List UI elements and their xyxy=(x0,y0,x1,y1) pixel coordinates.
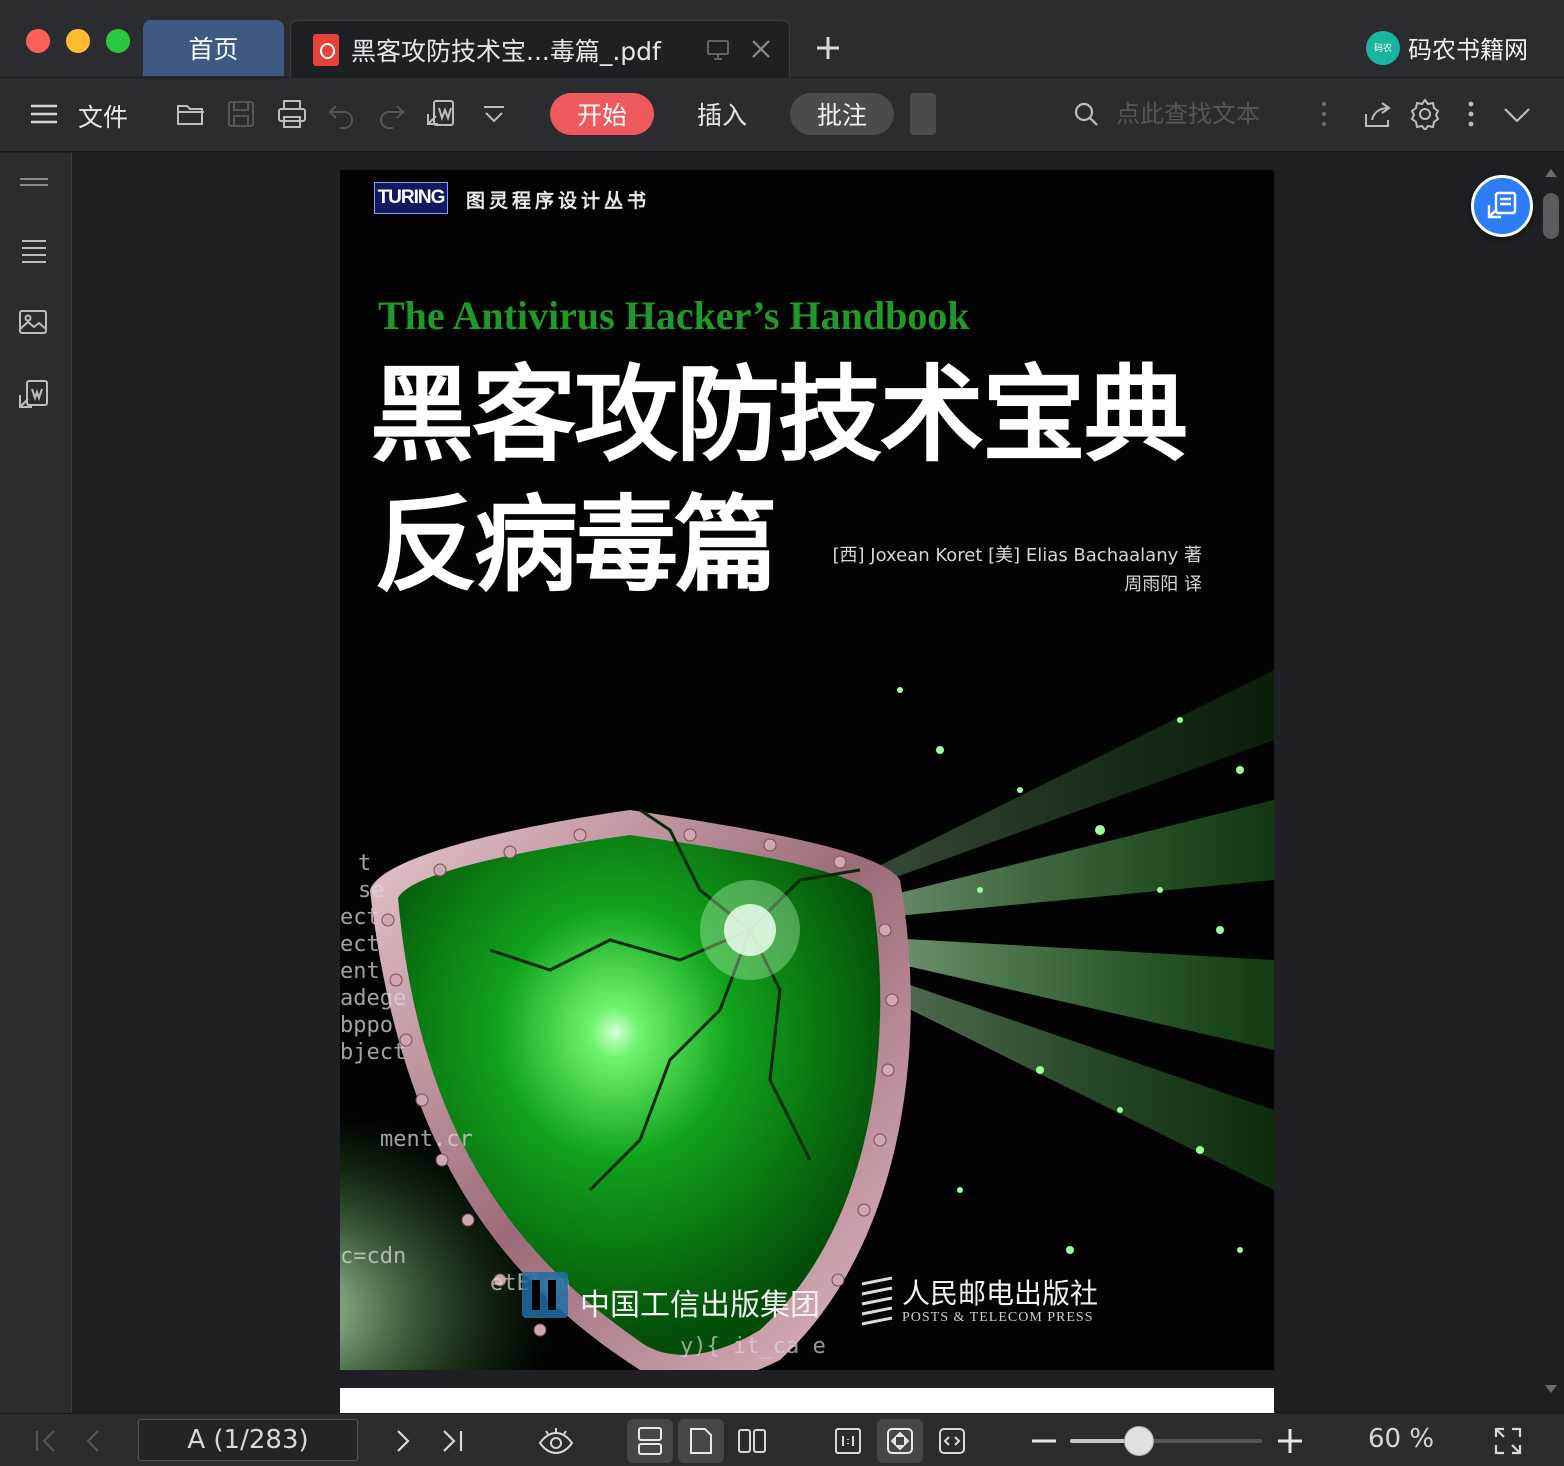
scroll-down-arrow-icon[interactable] xyxy=(1545,1385,1557,1395)
undo-icon xyxy=(328,105,353,129)
code-line: ect xyxy=(340,905,380,930)
code-line: c=cdn xyxy=(340,1244,407,1269)
fit-width-icon[interactable] xyxy=(936,1425,968,1457)
monitor-icon[interactable] xyxy=(706,38,730,62)
redo-icon xyxy=(380,105,405,129)
main-toolbar: 文件 开始 插入 批注 xyxy=(0,78,1564,152)
code-line: ent xyxy=(340,959,380,984)
share-icon[interactable] xyxy=(1362,98,1394,130)
code-line: t xyxy=(358,851,372,876)
left-sidebar xyxy=(0,153,72,1413)
publisher-name: 人民邮电出版社 xyxy=(902,1277,1099,1310)
tab-document-title: 黑客攻防技术宝...毒篇_.pdf xyxy=(351,36,661,66)
thumbnails-image-icon[interactable] xyxy=(16,305,52,341)
file-menu-label[interactable]: 文件 xyxy=(78,98,128,134)
toolbar-more-tabs-button[interactable] xyxy=(910,93,936,135)
previous-page-icon xyxy=(86,1430,99,1452)
convert-document-icon[interactable] xyxy=(16,377,52,413)
print-icon[interactable] xyxy=(276,98,308,130)
zoom-percentage[interactable]: 60 % xyxy=(1368,1424,1434,1454)
actual-size-icon[interactable] xyxy=(832,1425,864,1457)
vertical-scrollbar-thumb[interactable] xyxy=(1543,193,1559,239)
turing-logo: TURING xyxy=(374,182,448,214)
status-bar: 60 % xyxy=(0,1413,1564,1466)
publisher-group-logo xyxy=(522,1272,568,1318)
tab-insert[interactable]: 插入 xyxy=(680,93,764,135)
pdf-file-icon xyxy=(313,33,339,66)
close-tab-icon[interactable] xyxy=(747,35,775,63)
code-line: y){ xyxy=(680,1334,720,1359)
brand[interactable]: 码农 码农书籍网 xyxy=(1366,30,1528,65)
convert-icon xyxy=(1487,191,1517,219)
code-line: it_ca xyxy=(733,1334,800,1359)
chevron-down-icon[interactable] xyxy=(478,98,510,130)
code-line: bject xyxy=(340,1040,407,1065)
outline-list-icon[interactable] xyxy=(16,233,52,269)
brand-logo: 码农 xyxy=(1366,30,1400,65)
code-line: bppo xyxy=(340,1013,393,1038)
pdf-convert-icon[interactable] xyxy=(425,98,457,130)
search-input[interactable] xyxy=(1116,100,1296,128)
tab-start[interactable]: 开始 xyxy=(550,93,654,135)
continuous-scroll-icon[interactable] xyxy=(634,1425,666,1457)
zoom-out-icon[interactable] xyxy=(1028,1425,1060,1457)
chinese-subtitle: 反病毒篇 xyxy=(374,483,778,606)
minimize-window-button[interactable] xyxy=(66,29,90,53)
fit-page-icon[interactable] xyxy=(884,1425,916,1457)
code-line: se xyxy=(358,878,385,903)
next-page-icon[interactable] xyxy=(386,1425,418,1457)
floating-convert-button[interactable] xyxy=(1471,175,1533,237)
code-line: e xyxy=(812,1334,826,1359)
search-icon xyxy=(1074,102,1098,126)
first-page-icon xyxy=(35,1430,55,1452)
code-line: adege xyxy=(340,986,407,1011)
zoom-in-icon[interactable] xyxy=(1274,1425,1306,1457)
authors: [西] Joxean Koret [美] Elias Bachaalany 著 xyxy=(832,545,1202,566)
code-line: ect xyxy=(340,932,380,957)
tab-home[interactable]: 首页 xyxy=(143,20,284,76)
code-fragments-right: y){ it_ca e xyxy=(680,1334,826,1359)
pdf-page-1: t se ect ect ent adege bppo bject ment.c… xyxy=(340,170,1274,1370)
title-bar: 首页 黑客攻防技术宝...毒篇_.pdf 码农 码农书籍网 xyxy=(0,0,1564,78)
pdf-page-2 xyxy=(340,1388,1274,1413)
fullscreen-icon[interactable] xyxy=(1492,1425,1524,1457)
publisher-group: 中国工信出版集团 xyxy=(580,1288,820,1323)
hamburger-menu-icon[interactable] xyxy=(28,98,60,130)
two-page-icon[interactable] xyxy=(736,1425,768,1457)
new-tab-plus-icon[interactable] xyxy=(812,32,844,64)
eye-protection-icon[interactable] xyxy=(538,1425,574,1457)
publisher-logo xyxy=(861,1276,893,1326)
code-line: ment.cr xyxy=(380,1127,473,1152)
tab-annotate[interactable]: 批注 xyxy=(790,93,894,135)
more-options-icon[interactable] xyxy=(1455,98,1487,130)
search-box[interactable] xyxy=(1072,94,1302,134)
vertical-dots-icon[interactable] xyxy=(1308,98,1340,130)
collapse-panel-icon[interactable] xyxy=(16,165,52,201)
settings-gear-icon[interactable] xyxy=(1409,98,1441,130)
translator: 周雨阳 译 xyxy=(1124,574,1202,595)
brand-name: 码农书籍网 xyxy=(1408,36,1528,64)
page-number-input[interactable] xyxy=(138,1419,358,1461)
document-viewport[interactable]: t se ect ect ent adege bppo bject ment.c… xyxy=(73,153,1564,1413)
last-page-icon[interactable] xyxy=(436,1425,468,1457)
save-icon xyxy=(228,101,254,127)
zoom-slider[interactable] xyxy=(1070,1426,1262,1456)
scroll-up-arrow-icon[interactable] xyxy=(1545,167,1557,177)
tab-document[interactable]: 黑客攻防技术宝...毒篇_.pdf xyxy=(290,20,790,78)
zoom-slider-handle[interactable] xyxy=(1124,1426,1154,1456)
english-title: The Antivirus Hacker’s Handbook xyxy=(378,293,970,338)
series-name: 图灵程序设计丛书 xyxy=(466,190,651,212)
collapse-toolbar-chevron-icon[interactable] xyxy=(1501,98,1533,130)
single-page-icon[interactable] xyxy=(685,1425,717,1457)
publisher-name-english: POSTS & TELECOM PRESS xyxy=(902,1310,1094,1325)
open-folder-icon[interactable] xyxy=(175,98,207,130)
close-window-button[interactable] xyxy=(26,29,50,53)
maximize-window-button[interactable] xyxy=(106,29,130,53)
chinese-title: 黑客攻防技术宝典 xyxy=(370,353,1188,476)
